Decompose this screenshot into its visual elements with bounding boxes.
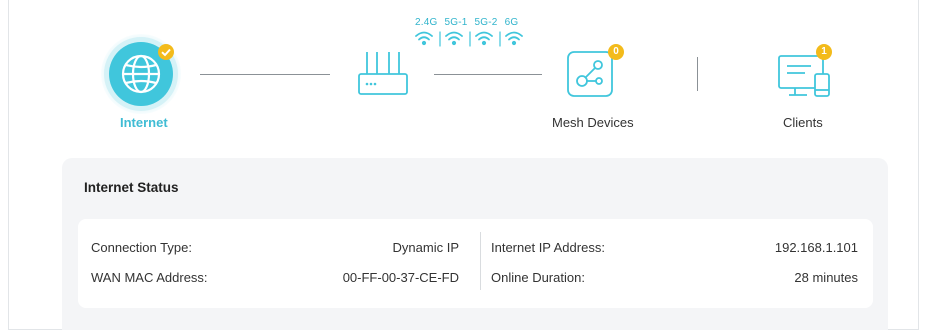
wifi-icon [415,31,433,46]
connection-type-label: Connection Type: [91,240,192,255]
link-internet-router [200,74,330,75]
band-label: 5G-2 [474,17,498,28]
band-labels: 2.4G 5G-1 5G-2 6G [415,17,525,28]
mesh-icon[interactable] [566,50,614,98]
wifi-icon [475,31,493,46]
clients-count-badge: 1 [816,44,832,60]
internet-ip-label: Internet IP Address: [491,240,605,255]
band-label: 6G [504,17,519,28]
band-label: 2.4G [415,17,438,28]
online-duration-label: Online Duration: [491,270,585,285]
link-router-mesh [434,74,542,75]
clients-label: Clients [783,115,823,130]
router-icon[interactable] [356,50,410,96]
checkmark-icon [161,48,171,57]
internet-ip-value: 192.168.1.101 [774,240,858,255]
internet-label: Internet [120,115,168,130]
mesh-devices-label: Mesh Devices [552,115,634,130]
status-column-divider [480,232,481,290]
checkmark-badge [158,44,174,60]
mesh-count-badge: 0 [608,44,624,60]
band-label: 5G-1 [444,17,468,28]
connection-type-value: Dynamic IP [392,240,459,255]
internet-status-title: Internet Status [84,180,179,195]
wifi-icon [505,31,523,46]
online-duration-value: 28 minutes [794,270,858,285]
wan-mac-value: 00-FF-00-37-CE-FD [342,270,459,285]
wifi-icon [445,31,463,46]
wan-mac-label: WAN MAC Address: [91,270,208,285]
wifi-bands-icons [415,31,523,47]
internet-status-card [78,219,873,308]
topology-divider [697,57,698,91]
